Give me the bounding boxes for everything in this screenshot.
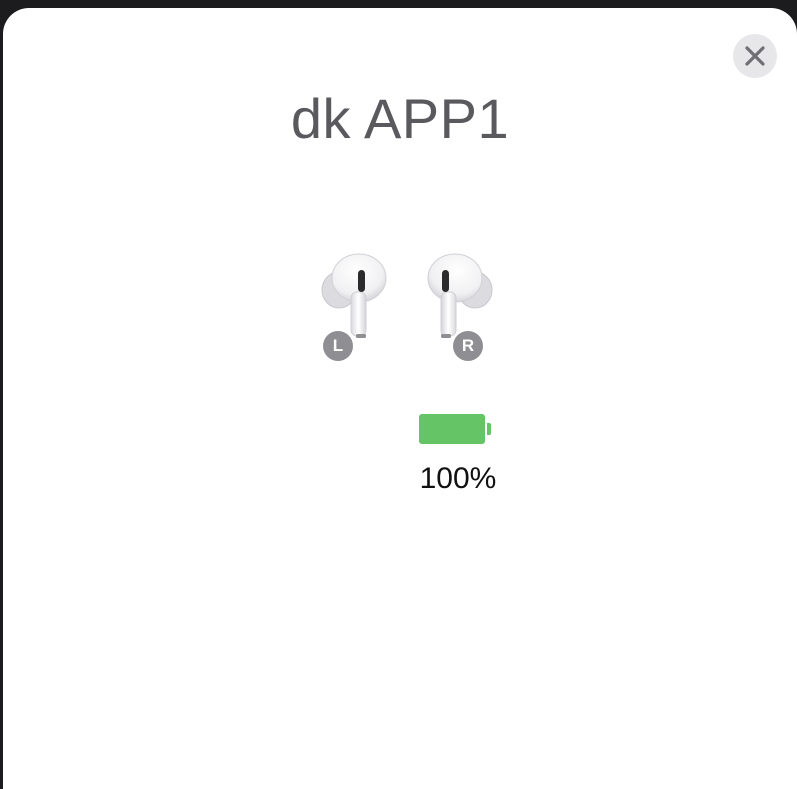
left-earbud-badge: L <box>323 331 353 361</box>
battery-tip <box>487 423 491 435</box>
battery-level-fill <box>419 414 485 444</box>
battery-full-icon <box>419 414 491 444</box>
close-button[interactable] <box>733 34 777 78</box>
right-earbud-badge: R <box>453 331 483 361</box>
battery-percentage: 100% <box>419 462 497 495</box>
device-name: dk APP1 <box>290 87 510 150</box>
close-icon <box>745 46 765 66</box>
earbud-left-icon <box>321 253 387 338</box>
earbud-right-icon <box>427 253 493 338</box>
device-battery-sheet: dk APP1 L R 100% <box>3 8 797 789</box>
